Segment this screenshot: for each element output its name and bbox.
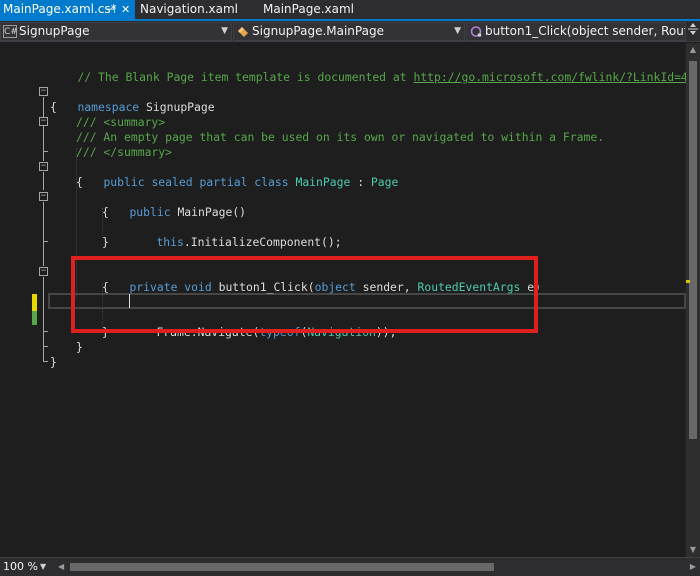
keyword: namespace bbox=[77, 100, 140, 114]
code-line: this.InitializeComponent(); bbox=[129, 220, 341, 249]
doc-comment: /// </summary> bbox=[76, 145, 173, 159]
scroll-left-icon[interactable]: ◀ bbox=[58, 560, 64, 574]
brace: { bbox=[102, 205, 109, 219]
outline-tick bbox=[43, 151, 48, 152]
pin-tab-icon[interactable]: ⊣ bbox=[106, 0, 116, 19]
code-line: /// <summary> bbox=[76, 115, 165, 130]
code-line: { bbox=[76, 175, 83, 190]
comment-text: // The Blank Page item template is docum… bbox=[77, 70, 414, 84]
vertical-scrollbar[interactable]: ▲ ▼ bbox=[686, 43, 700, 557]
member-dropdown[interactable]: button1_Click(object sender, RoutedEve bbox=[466, 22, 686, 41]
chevron-down-icon: ▼ bbox=[40, 562, 47, 571]
document-tab-strip: MainPage.xaml.cs* ⊣ ✕ Navigation.xaml Ma… bbox=[0, 0, 700, 21]
scroll-thumb[interactable] bbox=[70, 563, 494, 571]
base-type: Page bbox=[370, 175, 399, 189]
collapse-constructor-icon[interactable]: − bbox=[39, 192, 48, 201]
editor-bottom-bar: 100 % ▼ ◀ ▶ bbox=[0, 557, 700, 576]
split-window-icon[interactable] bbox=[687, 23, 699, 40]
tab-label: MainPage.xaml.cs* bbox=[3, 2, 117, 16]
navigation-bar: C# SignupPage ▼ SignupPage.MainPage ▼ bu… bbox=[0, 21, 700, 42]
doc-comment: /// <summary> bbox=[76, 115, 166, 129]
code-line: // The Blank Page item template is docum… bbox=[50, 55, 686, 84]
keyword: this bbox=[156, 235, 184, 249]
namespace-name: SignupPage bbox=[139, 100, 215, 114]
documentation-link[interactable]: http://go.microsoft.com/fwlink/?LinkId=4… bbox=[413, 70, 686, 84]
close-tab-icon[interactable]: ✕ bbox=[121, 0, 130, 19]
red-highlight-box bbox=[71, 256, 538, 333]
zoom-dropdown[interactable]: 100 % ▼ bbox=[0, 558, 52, 576]
collapse-summary-icon[interactable]: − bbox=[39, 117, 48, 126]
code-line: } bbox=[50, 355, 57, 370]
unsaved-change-marker bbox=[32, 294, 37, 311]
member-label: button1_Click(object sender, RoutedEve bbox=[485, 24, 686, 38]
brace: { bbox=[50, 100, 57, 114]
project-label: SignupPage bbox=[19, 24, 90, 38]
code-line: } bbox=[76, 340, 83, 355]
code-line: } bbox=[102, 235, 109, 250]
code-line: namespace SignupPage bbox=[50, 85, 214, 114]
type-dropdown[interactable]: SignupPage.MainPage ▼ bbox=[233, 22, 465, 41]
csharp-project-icon: C# bbox=[3, 25, 18, 38]
keyword: public bbox=[129, 205, 171, 219]
outline-tick bbox=[43, 361, 48, 362]
scroll-down-icon[interactable]: ▼ bbox=[686, 543, 700, 557]
horizontal-scrollbar[interactable]: ◀ ▶ bbox=[56, 560, 700, 574]
brace: } bbox=[76, 340, 83, 354]
keyword: public sealed partial class bbox=[103, 175, 289, 189]
code-line: /// </summary> bbox=[76, 145, 172, 160]
chevron-down-icon: ▼ bbox=[221, 26, 228, 36]
doc-comment: /// An empty page that can be used on it… bbox=[76, 130, 605, 144]
code-editor[interactable]: − − − − − // The Blank Page item templat… bbox=[0, 43, 686, 557]
brace: } bbox=[50, 355, 57, 369]
constructor-signature: MainPage() bbox=[170, 205, 247, 219]
outline-tick bbox=[43, 241, 48, 242]
project-dropdown[interactable]: C# SignupPage ▼ bbox=[0, 22, 232, 41]
collapse-namespace-icon[interactable]: − bbox=[39, 87, 48, 96]
collapse-method-icon[interactable]: − bbox=[39, 267, 48, 276]
saved-change-marker bbox=[32, 311, 37, 325]
tab-navigation-xaml[interactable]: Navigation.xaml bbox=[140, 0, 250, 19]
type-label: SignupPage.MainPage bbox=[252, 24, 384, 38]
outline-rail bbox=[43, 277, 44, 361]
code-line: public sealed partial class MainPage : P… bbox=[103, 175, 399, 189]
scroll-up-icon[interactable]: ▲ bbox=[686, 43, 700, 57]
tab-mainpage-xaml-cs[interactable]: MainPage.xaml.cs* ⊣ ✕ bbox=[0, 0, 135, 19]
caret-position-marker bbox=[686, 280, 690, 283]
code-line: public MainPage() bbox=[102, 190, 246, 219]
collapse-class-icon[interactable]: − bbox=[39, 162, 48, 171]
brace: { bbox=[76, 175, 83, 189]
code-line: /// An empty page that can be used on it… bbox=[76, 130, 604, 145]
outline-tick bbox=[43, 331, 48, 332]
indicator-margin bbox=[0, 43, 18, 557]
zoom-label: 100 % bbox=[3, 560, 38, 573]
brace: } bbox=[102, 235, 109, 249]
code-line: { bbox=[102, 205, 109, 220]
tab-label: Navigation.xaml bbox=[140, 2, 239, 16]
tab-mainpage-xaml[interactable]: MainPage.xaml bbox=[263, 0, 363, 19]
method-call: .InitializeComponent(); bbox=[183, 235, 342, 249]
chevron-down-icon: ▼ bbox=[454, 26, 461, 36]
outline-rail bbox=[43, 172, 44, 190]
class-name: MainPage bbox=[295, 175, 351, 189]
tab-label: MainPage.xaml bbox=[263, 2, 354, 16]
class-icon bbox=[236, 25, 250, 38]
scroll-right-icon[interactable]: ▶ bbox=[690, 560, 696, 574]
code-line: { bbox=[50, 100, 57, 115]
scroll-thumb[interactable] bbox=[689, 61, 697, 439]
method-icon bbox=[469, 25, 483, 38]
outline-rail bbox=[43, 202, 44, 266]
outline-tick bbox=[43, 346, 48, 347]
